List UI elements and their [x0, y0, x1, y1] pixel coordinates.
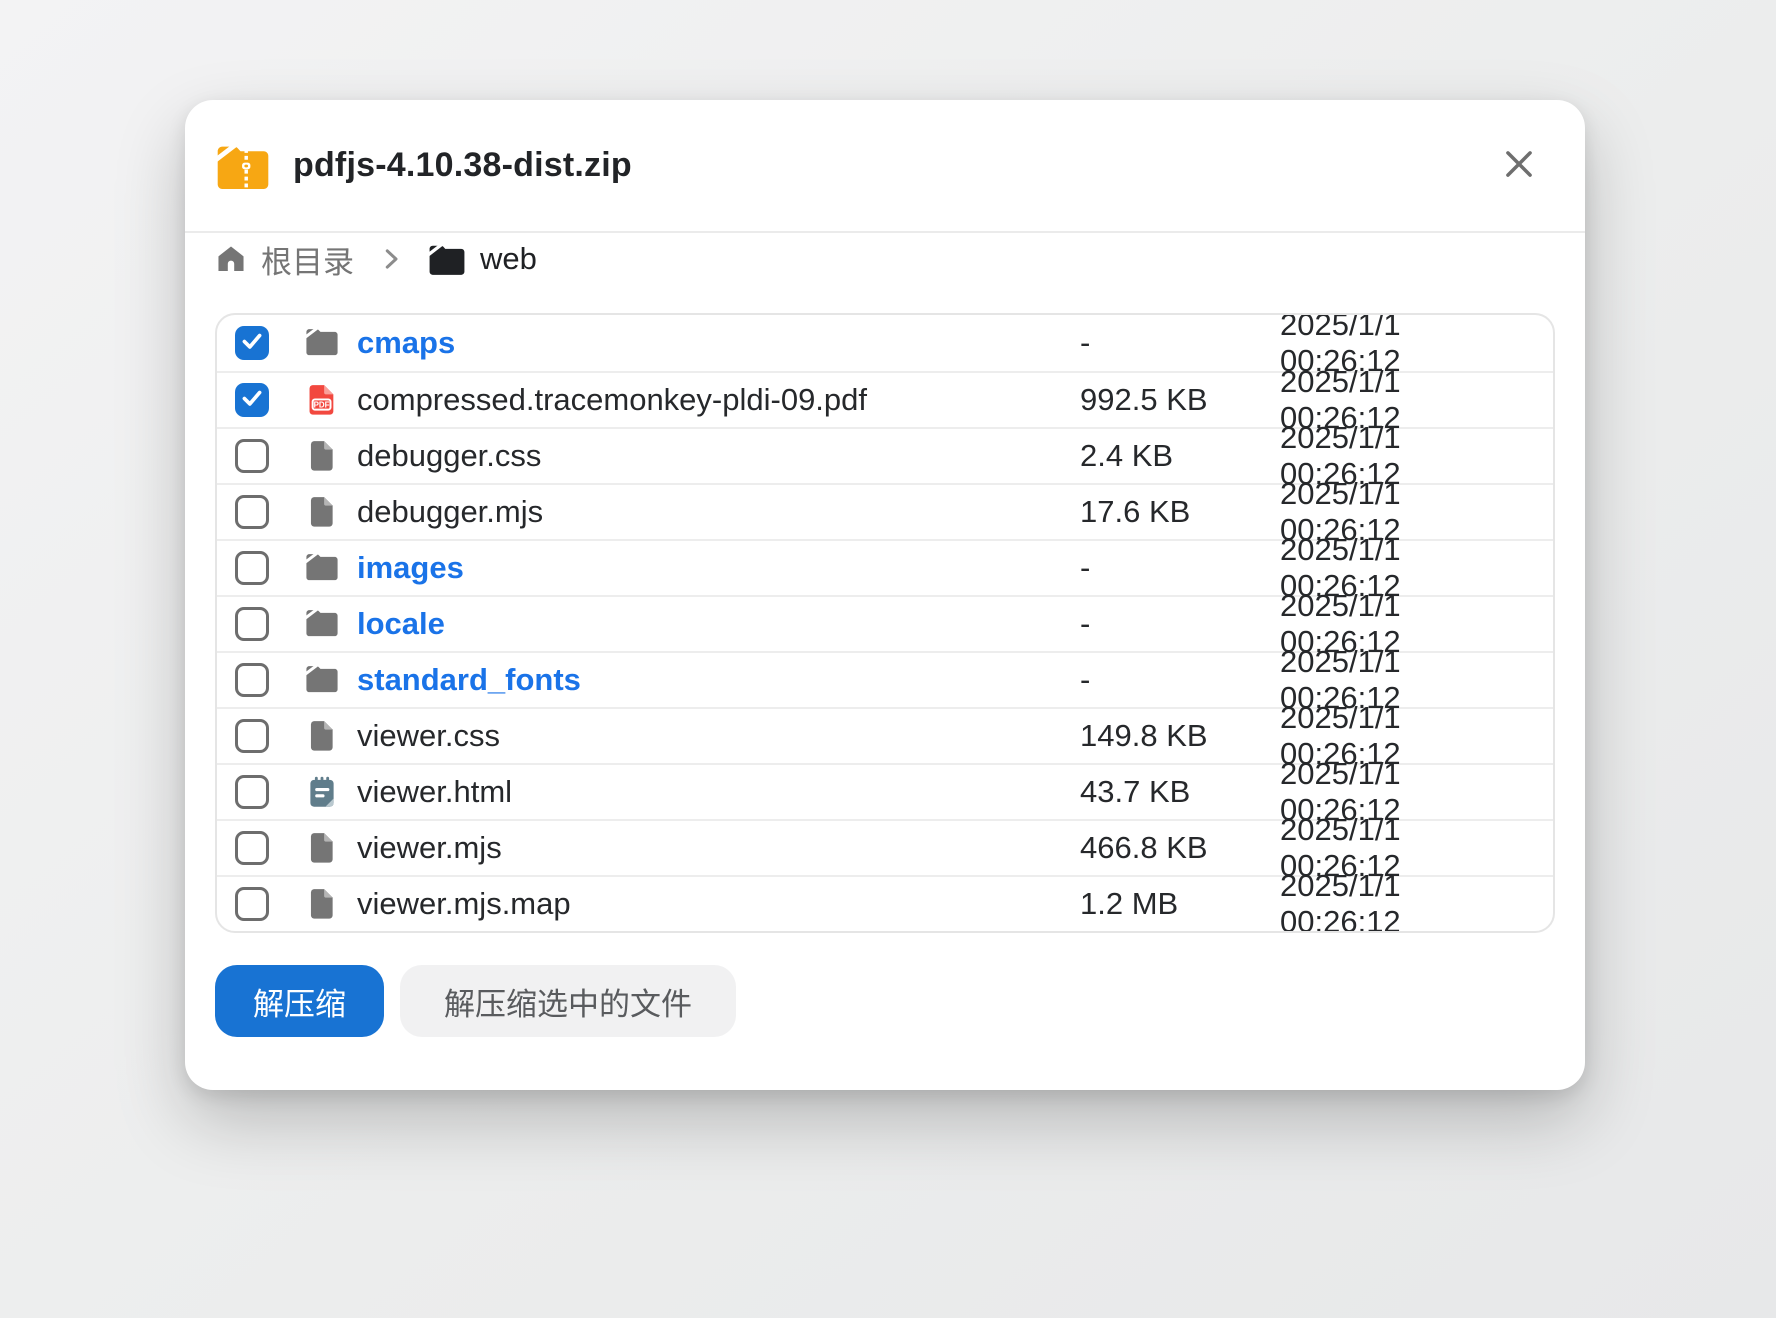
dialog-title: pdfjs-4.10.38-dist.zip	[293, 146, 632, 185]
row-checkbox[interactable]	[235, 495, 269, 529]
file-icon	[305, 831, 339, 865]
breadcrumb-current-label: web	[480, 241, 537, 277]
check-icon	[239, 328, 265, 359]
file-name: viewer.css	[357, 718, 1080, 754]
extract-all-button[interactable]: 解压缩	[215, 965, 384, 1037]
row-checkbox[interactable]	[235, 775, 269, 809]
folder-icon	[305, 326, 339, 360]
breadcrumb: 根目录 web	[215, 239, 1555, 279]
file-name: viewer.html	[357, 774, 1080, 810]
row-checkbox[interactable]	[235, 551, 269, 585]
table-row: cmaps - 2025/1/1 00:26:12	[217, 315, 1553, 371]
table-row: viewer.css 149.8 KB 2025/1/1 00:26:12	[217, 707, 1553, 763]
file-size: 43.7 KB	[1080, 774, 1280, 810]
file-size: 1.2 MB	[1080, 886, 1280, 922]
file-size: 149.8 KB	[1080, 718, 1280, 754]
dialog-footer: 解压缩 解压缩选中的文件	[215, 965, 1555, 1037]
file-size: -	[1080, 550, 1280, 586]
file-size: -	[1080, 662, 1280, 698]
row-checkbox[interactable]	[235, 831, 269, 865]
table-row: PDF compressed.tracemonkey-pldi-09.pdf 9…	[217, 371, 1553, 427]
file-name: compressed.tracemonkey-pldi-09.pdf	[357, 382, 1080, 418]
file-name: debugger.mjs	[357, 494, 1080, 530]
folder-icon	[305, 551, 339, 585]
table-row: standard_fonts - 2025/1/1 00:26:12	[217, 651, 1553, 707]
table-row: viewer.mjs.map 1.2 MB 2025/1/1 00:26:12	[217, 875, 1553, 931]
close-icon	[1500, 145, 1538, 186]
chevron-right-icon	[376, 244, 406, 274]
home-icon	[215, 243, 247, 275]
file-name[interactable]: images	[357, 550, 1080, 586]
file-name: debugger.css	[357, 438, 1080, 474]
file-name: viewer.mjs	[357, 830, 1080, 866]
file-modified: 2025/1/1 00:26:12	[1280, 868, 1553, 933]
table-row: locale - 2025/1/1 00:26:12	[217, 595, 1553, 651]
table-row: debugger.mjs 17.6 KB 2025/1/1 00:26:12	[217, 483, 1553, 539]
folder-icon	[305, 607, 339, 641]
file-size: 466.8 KB	[1080, 830, 1280, 866]
close-button[interactable]	[1497, 144, 1541, 188]
file-icon	[305, 719, 339, 753]
html-file-icon	[305, 775, 339, 809]
file-size: 992.5 KB	[1080, 382, 1280, 418]
row-checkbox[interactable]	[235, 887, 269, 921]
pdf-file-icon: PDF	[305, 383, 339, 417]
file-size: -	[1080, 325, 1280, 361]
file-name[interactable]: cmaps	[357, 325, 1080, 361]
breadcrumb-root[interactable]: 根目录	[215, 237, 354, 282]
table-row: viewer.html 43.7 KB 2025/1/1 00:26:12	[217, 763, 1553, 819]
zip-folder-icon	[215, 143, 271, 189]
file-icon	[305, 495, 339, 529]
table-row: viewer.mjs 466.8 KB 2025/1/1 00:26:12	[217, 819, 1553, 875]
check-icon	[239, 385, 265, 416]
breadcrumb-root-label: 根目录	[261, 237, 354, 282]
file-name: viewer.mjs.map	[357, 886, 1080, 922]
svg-text:PDF: PDF	[314, 400, 330, 409]
row-checkbox[interactable]	[235, 383, 269, 417]
file-size: -	[1080, 606, 1280, 642]
file-name[interactable]: locale	[357, 606, 1080, 642]
row-checkbox[interactable]	[235, 439, 269, 473]
row-checkbox[interactable]	[235, 326, 269, 360]
row-checkbox[interactable]	[235, 719, 269, 753]
table-row: debugger.css 2.4 KB 2025/1/1 00:26:12	[217, 427, 1553, 483]
zip-viewer-dialog: pdfjs-4.10.38-dist.zip 根目录	[185, 100, 1585, 1090]
file-name[interactable]: standard_fonts	[357, 662, 1080, 698]
file-icon	[305, 439, 339, 473]
dialog-header: pdfjs-4.10.38-dist.zip	[185, 100, 1585, 233]
table-row: images - 2025/1/1 00:26:12	[217, 539, 1553, 595]
row-checkbox[interactable]	[235, 663, 269, 697]
folder-icon	[428, 243, 466, 275]
breadcrumb-current: web	[428, 241, 537, 277]
row-checkbox[interactable]	[235, 607, 269, 641]
folder-icon	[305, 663, 339, 697]
file-icon	[305, 887, 339, 921]
file-table: cmaps - 2025/1/1 00:26:12 PDF compressed…	[215, 313, 1555, 933]
extract-selected-button[interactable]: 解压缩选中的文件	[400, 965, 736, 1037]
file-size: 2.4 KB	[1080, 438, 1280, 474]
file-size: 17.6 KB	[1080, 494, 1280, 530]
